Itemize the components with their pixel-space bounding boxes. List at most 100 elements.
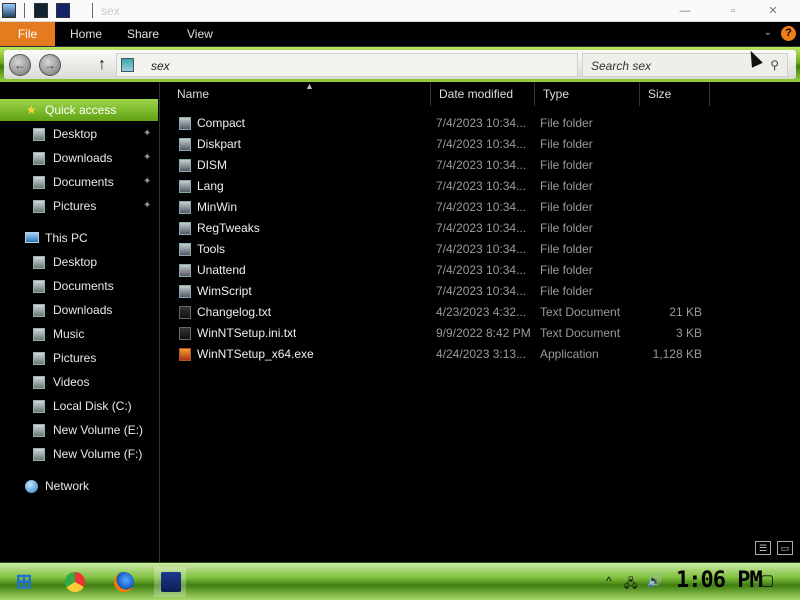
file-name: Lang — [197, 179, 224, 193]
forward-button[interactable]: → — [39, 54, 61, 76]
taskbar-app-firefox[interactable] — [107, 567, 139, 597]
file-type: Application — [540, 347, 599, 361]
title-bar: sex — ▫ ✕ — [0, 0, 800, 22]
sidebar-item-volume-e[interactable]: New Volume (E:) — [0, 419, 158, 441]
file-row[interactable]: MinWin 7/4/2023 10:34... File folder — [161, 197, 721, 218]
sidebar-item-pc-documents[interactable]: Documents — [0, 275, 158, 297]
details-view-icon[interactable]: ☰ — [755, 541, 771, 555]
sidebar-item-network[interactable]: Network — [0, 475, 158, 497]
sidebar-item-label: Desktop — [53, 127, 98, 141]
pin-icon[interactable]: ✦ — [143, 171, 151, 193]
help-button[interactable]: ? — [781, 26, 796, 41]
volume-icon[interactable]: 🔊 — [647, 574, 662, 588]
address-input[interactable]: sex — [116, 53, 578, 77]
taskbar-clock[interactable]: 1:06 PM — [676, 568, 763, 593]
file-row[interactable]: Lang 7/4/2023 10:34... File folder — [161, 176, 721, 197]
sidebar-item-pc-downloads[interactable]: Downloads — [0, 299, 158, 321]
column-header-size[interactable]: Size — [640, 82, 710, 106]
file-date: 7/4/2023 10:34... — [436, 284, 527, 298]
minimize-button[interactable]: — — [668, 0, 702, 22]
folder-icon — [179, 159, 191, 172]
file-type: File folder — [540, 179, 593, 193]
close-button[interactable]: ✕ — [756, 0, 790, 22]
app-icon[interactable] — [2, 3, 16, 18]
file-type: Text Document — [540, 305, 621, 319]
firefox-icon — [114, 572, 134, 592]
file-row[interactable]: Compact 7/4/2023 10:34... File folder — [161, 113, 721, 134]
search-placeholder: Search sex — [591, 59, 652, 73]
file-date: 7/4/2023 10:34... — [436, 263, 527, 277]
file-date: 7/4/2023 10:34... — [436, 116, 527, 130]
pin-icon[interactable]: ✦ — [143, 123, 151, 145]
file-name: DISM — [197, 158, 227, 172]
file-type: File folder — [540, 284, 593, 298]
navigation-pane: ★ Quick access Desktop ✦ Downloads ✦ Doc… — [0, 82, 160, 562]
folder-icon — [121, 58, 134, 72]
file-name: Compact — [197, 116, 246, 130]
address-path: sex — [151, 59, 170, 73]
up-button[interactable]: ↑ — [93, 54, 111, 76]
sidebar-item-pc-music[interactable]: Music — [0, 323, 158, 345]
file-name: RegTweaks — [197, 221, 260, 235]
sidebar-item-label: Music — [53, 327, 85, 341]
sidebar-item-quick-access[interactable]: ★ Quick access — [0, 99, 158, 121]
folder-icon — [179, 180, 191, 193]
file-size: 21 KB — [669, 305, 702, 319]
file-date: 7/4/2023 10:34... — [436, 221, 527, 235]
star-icon: ★ — [26, 103, 37, 117]
column-header-name[interactable]: Name ▲ — [169, 81, 431, 106]
folder-icon — [161, 572, 181, 592]
sidebar-item-label: Quick access — [45, 103, 117, 117]
sidebar-item-pc-pictures[interactable]: Pictures — [0, 347, 158, 369]
file-type: File folder — [540, 221, 593, 235]
chrome-icon — [65, 572, 85, 592]
tab-view[interactable]: View — [187, 22, 213, 46]
taskbar-app-explorer[interactable] — [154, 567, 186, 597]
column-header-date[interactable]: Date modified — [431, 82, 535, 106]
new-folder-quick-icon[interactable] — [56, 3, 70, 18]
back-button[interactable]: ← — [9, 54, 31, 76]
desktop-icon — [33, 256, 45, 269]
sidebar-item-label: Local Disk (C:) — [53, 399, 132, 413]
taskbar-app-chrome[interactable] — [58, 567, 90, 597]
tab-file[interactable]: File — [0, 22, 55, 46]
sidebar-item-quick-pictures[interactable]: Pictures ✦ — [0, 195, 158, 217]
network-icon — [25, 480, 38, 493]
file-row[interactable]: Diskpart 7/4/2023 10:34... File folder — [161, 134, 721, 155]
file-row[interactable]: Changelog.txt 4/23/2023 4:32... Text Docum… — [161, 302, 721, 323]
sidebar-item-this-pc[interactable]: This PC — [0, 227, 158, 249]
sidebar-item-pc-videos[interactable]: Videos — [0, 371, 158, 393]
network-status-icon[interactable]: 🖧 — [624, 574, 637, 595]
file-row[interactable]: WinNTSetup.ini.txt 9/9/2022 8:42 PM Text D… — [161, 323, 721, 344]
start-button[interactable]: ⊞ — [8, 567, 40, 597]
pin-icon[interactable]: ✦ — [143, 195, 151, 217]
documents-icon — [33, 176, 45, 189]
pin-icon[interactable]: ✦ — [143, 147, 151, 169]
file-row[interactable]: DISM 7/4/2023 10:34... File folder — [161, 155, 721, 176]
maximize-button[interactable]: ▫ — [716, 0, 750, 22]
tab-home[interactable]: Home — [70, 22, 102, 46]
folder-icon — [179, 264, 191, 277]
sidebar-item-quick-desktop[interactable]: Desktop ✦ — [0, 123, 158, 145]
file-row[interactable]: Tools 7/4/2023 10:34... File folder — [161, 239, 721, 260]
file-row[interactable]: WimScript 7/4/2023 10:34... File folder — [161, 281, 721, 302]
sidebar-item-local-disk-c[interactable]: Local Disk (C:) — [0, 395, 158, 417]
ribbon-tabs: File Home Share View ⌄ ? — [0, 22, 800, 46]
file-row[interactable]: WinNTSetup_x64.exe 4/24/2023 3:13... Appli… — [161, 344, 721, 365]
chevron-down-icon[interactable]: ⌄ — [764, 27, 772, 38]
tray-overflow-icon[interactable]: ^ — [606, 574, 612, 588]
sidebar-item-quick-downloads[interactable]: Downloads ✦ — [0, 147, 158, 169]
sidebar-item-quick-documents[interactable]: Documents ✦ — [0, 171, 158, 193]
file-row[interactable]: Unattend 7/4/2023 10:34... File folder — [161, 260, 721, 281]
file-row[interactable]: RegTweaks 7/4/2023 10:34... File folder — [161, 218, 721, 239]
notification-icon[interactable]: ▢ — [760, 571, 774, 589]
sidebar-item-volume-f[interactable]: New Volume (F:) — [0, 443, 158, 465]
large-icons-view-icon[interactable]: ▭ — [777, 541, 793, 555]
tab-share[interactable]: Share — [127, 22, 159, 46]
properties-quick-icon[interactable] — [34, 3, 48, 18]
column-header-type[interactable]: Type — [535, 82, 640, 106]
sidebar-item-pc-desktop[interactable]: Desktop — [0, 251, 158, 273]
search-icon[interactable]: ⚲ — [770, 58, 779, 72]
file-name: Unattend — [197, 263, 246, 277]
downloads-icon — [33, 152, 45, 165]
